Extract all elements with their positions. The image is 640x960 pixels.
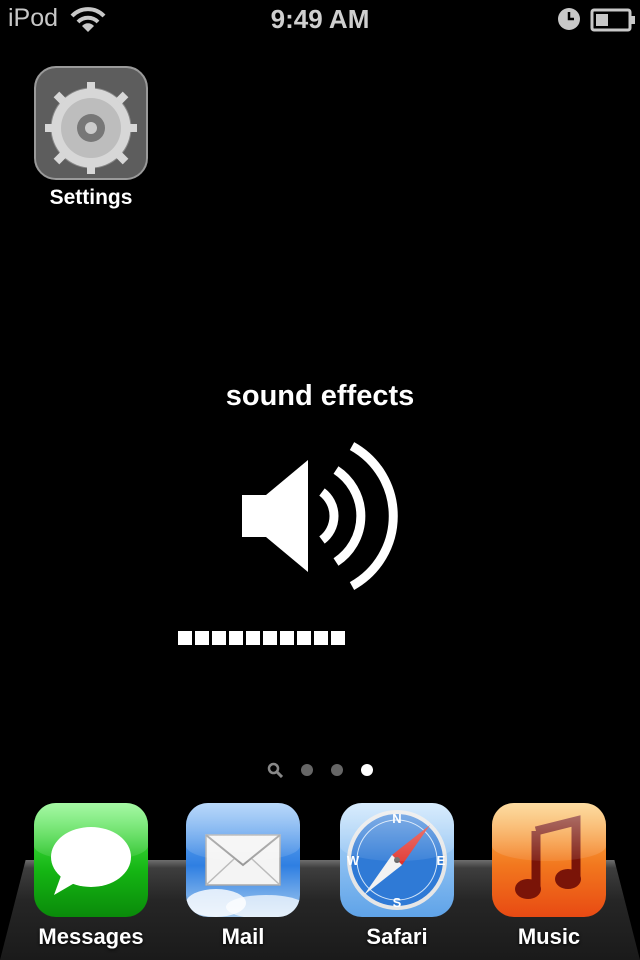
gear-icon <box>36 68 146 178</box>
volume-segment <box>280 631 294 645</box>
mail-icon <box>186 834 300 917</box>
alarm-clock-icon <box>558 8 580 30</box>
volume-segment <box>314 631 328 645</box>
page-dot-current[interactable] <box>361 764 373 776</box>
volume-segment <box>195 631 209 645</box>
status-bar: iPod 9:49 AM <box>0 0 640 40</box>
spotlight-search-icon[interactable] <box>267 762 283 778</box>
volume-segment <box>212 631 226 645</box>
app-settings[interactable]: Settings <box>21 66 161 210</box>
page-indicator[interactable] <box>0 762 640 778</box>
messages-icon <box>51 827 131 895</box>
dock-app-messages[interactable]: Messages <box>16 803 166 949</box>
volume-level-bar <box>178 631 345 645</box>
dock-app-label: Messages <box>38 924 144 949</box>
volume-segment <box>246 631 260 645</box>
music-icon <box>515 815 581 899</box>
dock-app-mail[interactable]: Mail <box>168 803 318 949</box>
battery-icon <box>590 8 635 32</box>
dock-app-label: Safari <box>366 924 428 949</box>
hud-title: sound effects <box>225 380 415 412</box>
volume-segment <box>178 631 192 645</box>
svg-text:E: E <box>437 853 446 868</box>
svg-text:W: W <box>347 853 360 868</box>
dock-app-music[interactable]: Music <box>474 803 624 949</box>
dock-app-safari[interactable]: N S E W Safari <box>322 803 472 949</box>
dock-app-label: Mail <box>221 924 265 949</box>
svg-text:N: N <box>392 811 401 826</box>
app-label: Settings <box>49 186 133 209</box>
volume-segment <box>297 631 311 645</box>
volume-segment <box>331 631 345 645</box>
svg-text:S: S <box>393 895 402 910</box>
page-dot[interactable] <box>301 764 313 776</box>
speaker-icon <box>242 442 398 590</box>
volume-segment <box>263 631 277 645</box>
safari-icon: N S E W <box>347 810 447 910</box>
page-dot[interactable] <box>331 764 343 776</box>
status-time: 9:49 AM <box>270 4 370 34</box>
volume-segment <box>229 631 243 645</box>
dock-app-label: Music <box>517 924 581 949</box>
